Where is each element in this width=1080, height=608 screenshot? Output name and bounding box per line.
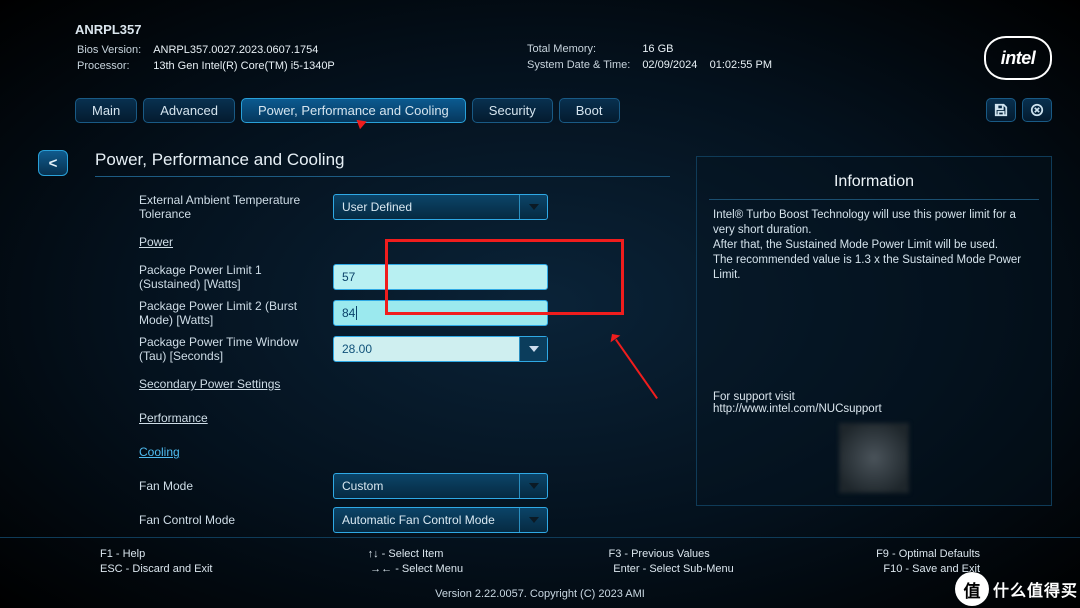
datetime-label: System Date & Time: (527, 58, 640, 72)
back-button[interactable]: < (38, 150, 68, 176)
text-cursor (356, 306, 357, 320)
intel-logo: intel (984, 36, 1052, 80)
fan-control-select[interactable]: Automatic Fan Control Mode (333, 507, 548, 533)
tab-security[interactable]: Security (472, 98, 553, 123)
mem-label: Total Memory: (527, 42, 640, 56)
pl2-label: Package Power Limit 2 (Burst Mode) [Watt… (95, 297, 333, 329)
help-f1: F1 - Help (100, 548, 368, 560)
bios-value: ANRPL357.0027.2023.0607.1754 (153, 43, 345, 57)
help-f9: F9 - Optimal Defaults (876, 548, 980, 560)
tab-power-perf-cooling[interactable]: Power, Performance and Cooling (241, 98, 466, 123)
watermark: 值 什么值得买 (955, 572, 1078, 606)
info-body: Intel® Turbo Boost Technology will use t… (697, 200, 1051, 283)
power-heading-link[interactable]: Power (95, 233, 333, 251)
bios-label: Bios Version: (77, 43, 151, 57)
ext-temp-select[interactable]: User Defined (333, 194, 548, 220)
ext-temp-label: External Ambient Temperature Tolerance (95, 191, 333, 223)
info-panel: Information Intel® Turbo Boost Technolog… (696, 156, 1052, 506)
cpu-value: 13th Gen Intel(R) Core(TM) i5-1340P (153, 59, 345, 73)
pl1-label: Package Power Limit 1 (Sustained) [Watts… (95, 261, 333, 293)
support-url: http://www.intel.com/NUCsupport (713, 403, 882, 415)
exit-icon-button[interactable] (1022, 98, 1052, 122)
time-value: 01:02:55 PM (710, 59, 772, 71)
footer-version: Version 2.22.0057. Copyright (C) 2023 AM… (0, 588, 1080, 600)
page-title: Power, Performance and Cooling (95, 150, 670, 170)
secondary-power-link[interactable]: Secondary Power Settings (95, 375, 333, 393)
pl1-value: 57 (342, 270, 355, 284)
dropdown-arrow-icon (519, 508, 547, 532)
footer: F1 - Help ↑↓ - Select Item F3 - Previous… (0, 537, 1080, 578)
performance-link[interactable]: Performance (95, 409, 333, 427)
support-label: For support visit (713, 391, 795, 403)
header-info: ANRPL357 Bios Version:ANRPL357.0027.2023… (75, 22, 1080, 75)
watermark-icon: 值 (955, 572, 989, 606)
nav-tabs: Main Advanced Power, Performance and Coo… (75, 96, 1052, 124)
ext-temp-value: User Defined (334, 200, 519, 214)
help-updown: ↑↓ - Select Item (368, 548, 609, 560)
info-image-blur (839, 423, 909, 493)
fan-control-label: Fan Control Mode (95, 511, 333, 529)
cooling-link[interactable]: Cooling (95, 443, 333, 461)
help-f3: F3 - Previous Values (608, 548, 876, 560)
fan-mode-value: Custom (334, 479, 519, 493)
dropdown-arrow-icon (519, 195, 547, 219)
tau-label: Package Power Time Window (Tau) [Seconds… (95, 333, 333, 365)
tab-advanced[interactable]: Advanced (143, 98, 235, 123)
help-leftright: →← - Select Menu (370, 563, 613, 575)
tab-main[interactable]: Main (75, 98, 137, 123)
product-name: ANRPL357 (75, 22, 1080, 37)
pl2-value: 84 (342, 306, 355, 320)
tau-select[interactable]: 28.00 (333, 336, 548, 362)
fan-control-value: Automatic Fan Control Mode (334, 513, 519, 527)
info-support: For support visit http://www.intel.com/N… (713, 391, 882, 415)
help-esc: ESC - Discard and Exit (100, 563, 370, 575)
pl1-input[interactable]: 57 (333, 264, 548, 290)
settings-panel: Power, Performance and Cooling External … (95, 150, 670, 539)
watermark-text: 什么值得买 (993, 577, 1078, 601)
date-value: 02/09/2024 (642, 59, 697, 71)
dropdown-arrow-icon (519, 337, 547, 361)
mem-value: 16 GB (642, 42, 782, 56)
pl2-input[interactable]: 84 (333, 300, 548, 326)
dropdown-arrow-icon (519, 474, 547, 498)
close-circle-icon (1030, 103, 1044, 117)
tab-boot[interactable]: Boot (559, 98, 620, 123)
fan-mode-select[interactable]: Custom (333, 473, 548, 499)
floppy-icon (994, 103, 1008, 117)
save-icon-button[interactable] (986, 98, 1016, 122)
tau-value: 28.00 (334, 342, 519, 356)
help-enter: Enter - Select Sub-Menu (613, 563, 883, 575)
fan-mode-label: Fan Mode (95, 477, 333, 495)
info-title: Information (697, 157, 1051, 199)
cpu-label: Processor: (77, 59, 151, 73)
